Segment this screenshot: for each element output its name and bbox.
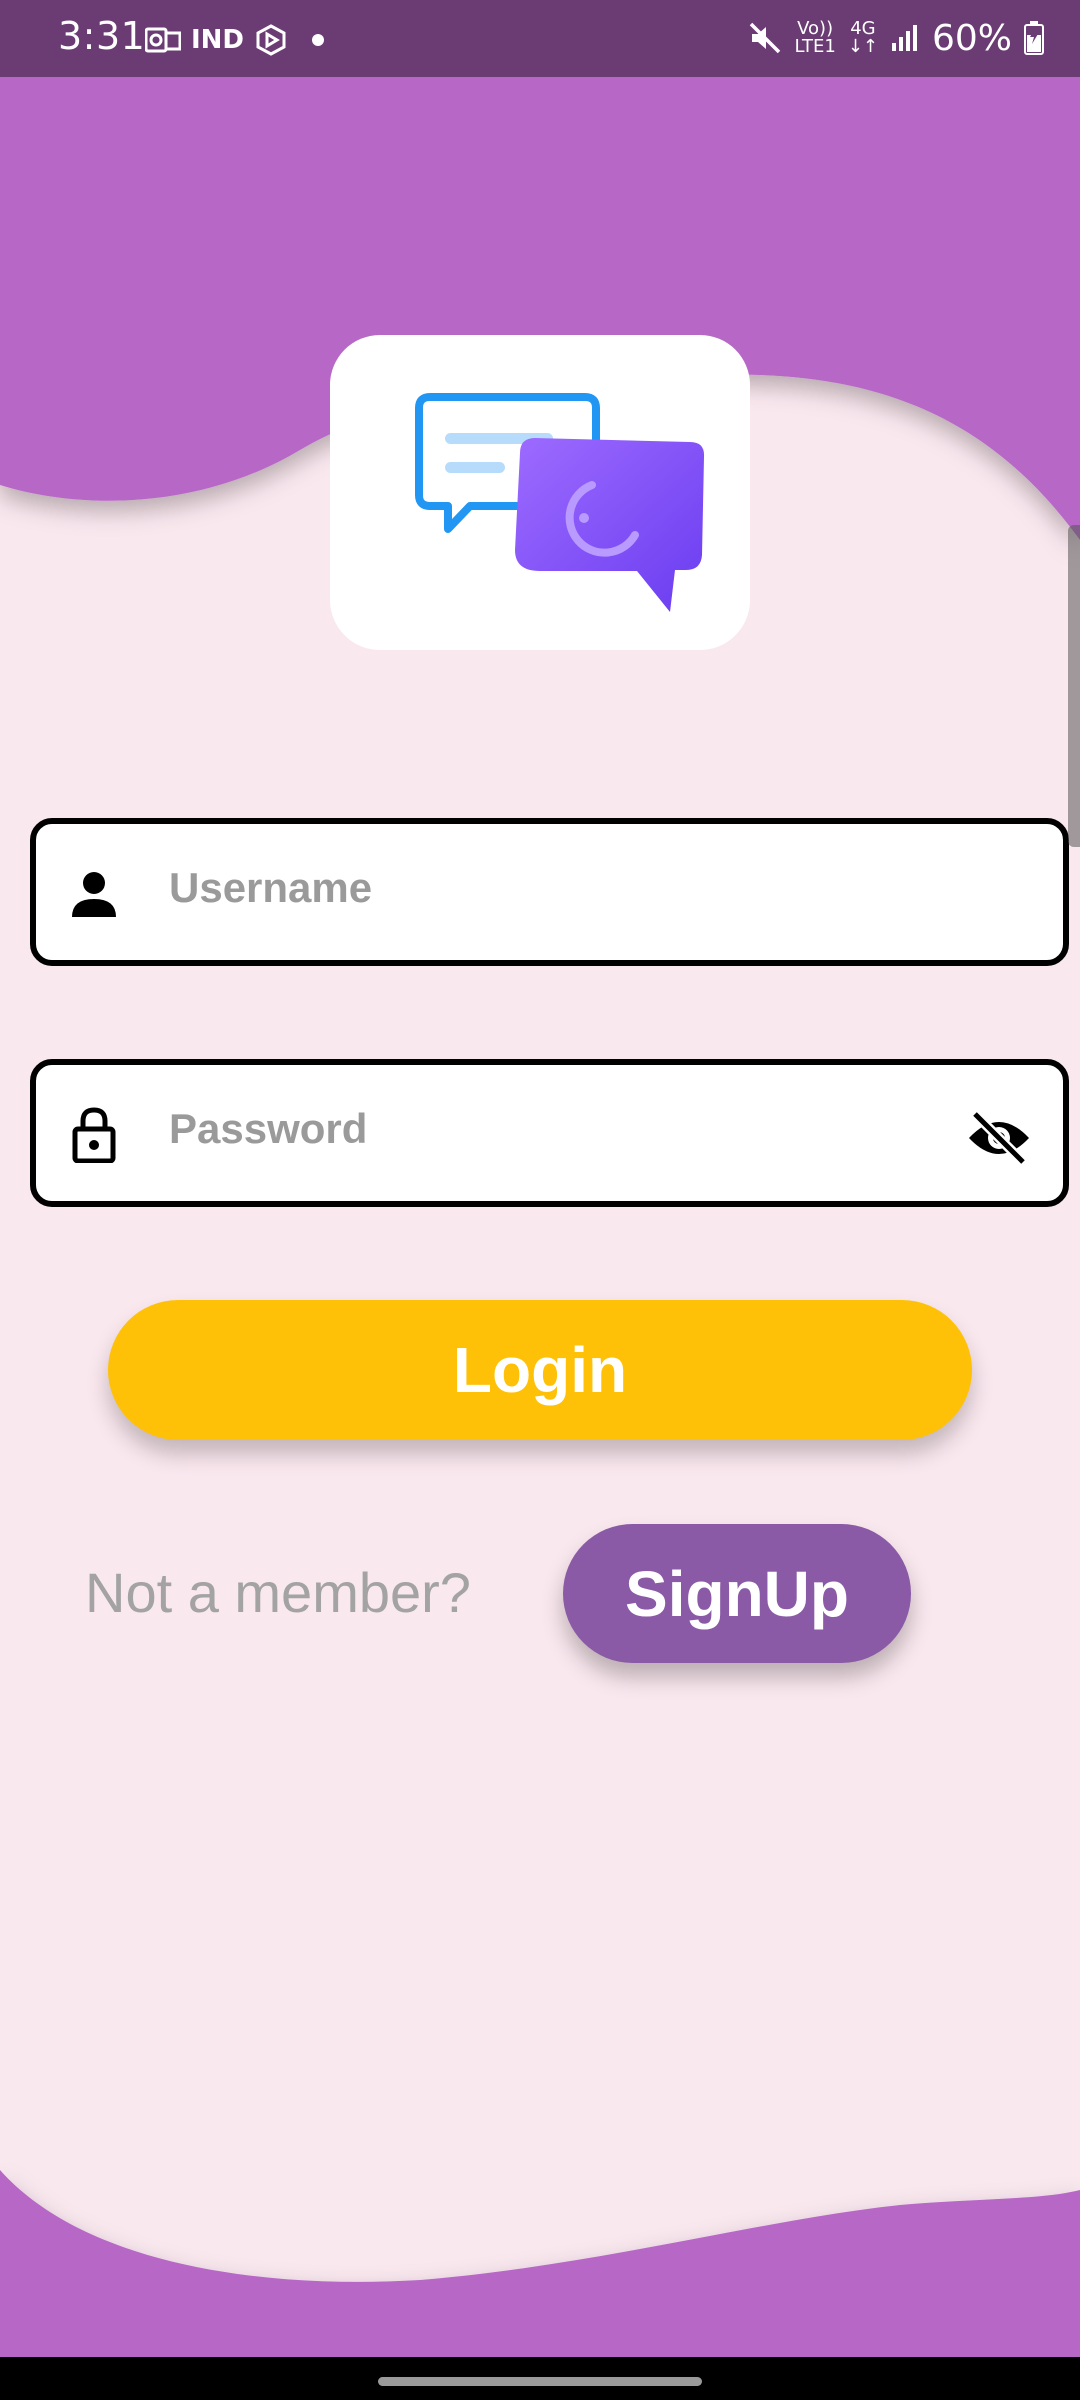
network-volte: Vo)) LTE1 bbox=[794, 20, 835, 56]
login-button[interactable]: Login bbox=[108, 1300, 972, 1440]
password-placeholder: Password bbox=[169, 1105, 368, 1152]
login-button-label: Login bbox=[452, 1334, 628, 1406]
signal-icon bbox=[891, 25, 917, 51]
battery-icon bbox=[1024, 21, 1044, 55]
person-icon bbox=[72, 872, 116, 917]
username-placeholder: Username bbox=[169, 864, 373, 911]
notification-icons: IND bbox=[145, 20, 325, 60]
eye-off-icon[interactable] bbox=[967, 1110, 1031, 1166]
gesture-handle[interactable] bbox=[378, 2377, 702, 2386]
network-type: 4G ↓↑ bbox=[848, 20, 878, 56]
data-arrows-icon: ↓↑ bbox=[847, 36, 878, 57]
username-field[interactable]: Username bbox=[30, 818, 1069, 966]
signup-button[interactable]: SignUp bbox=[563, 1524, 911, 1663]
mute-icon bbox=[750, 22, 781, 54]
status-right: Vo)) LTE1 4G ↓↑ 60% bbox=[748, 16, 1044, 60]
password-field[interactable]: Password bbox=[30, 1059, 1069, 1207]
carrier-badge: IND bbox=[191, 25, 245, 55]
lte-label: LTE1 bbox=[794, 36, 836, 57]
signup-button-label: SignUp bbox=[625, 1557, 849, 1630]
dot-icon bbox=[312, 34, 325, 46]
battery-percent: 60% bbox=[931, 17, 1012, 59]
not-member-text: Not a member? bbox=[85, 1561, 471, 1624]
chat-bubbles-logo-icon bbox=[415, 393, 705, 612]
status-bar: 3:31 IND Vo)) LTE1 4G ↓↑ 60% bbox=[0, 0, 1080, 77]
bottom-wave bbox=[0, 2170, 1080, 2357]
lock-icon bbox=[72, 1107, 116, 1163]
app-notification-icon bbox=[256, 24, 286, 56]
outlook-icon bbox=[145, 27, 181, 53]
app-logo-card bbox=[330, 335, 750, 650]
status-time: 3:31 bbox=[58, 14, 146, 58]
scrollbar[interactable] bbox=[1068, 525, 1080, 847]
